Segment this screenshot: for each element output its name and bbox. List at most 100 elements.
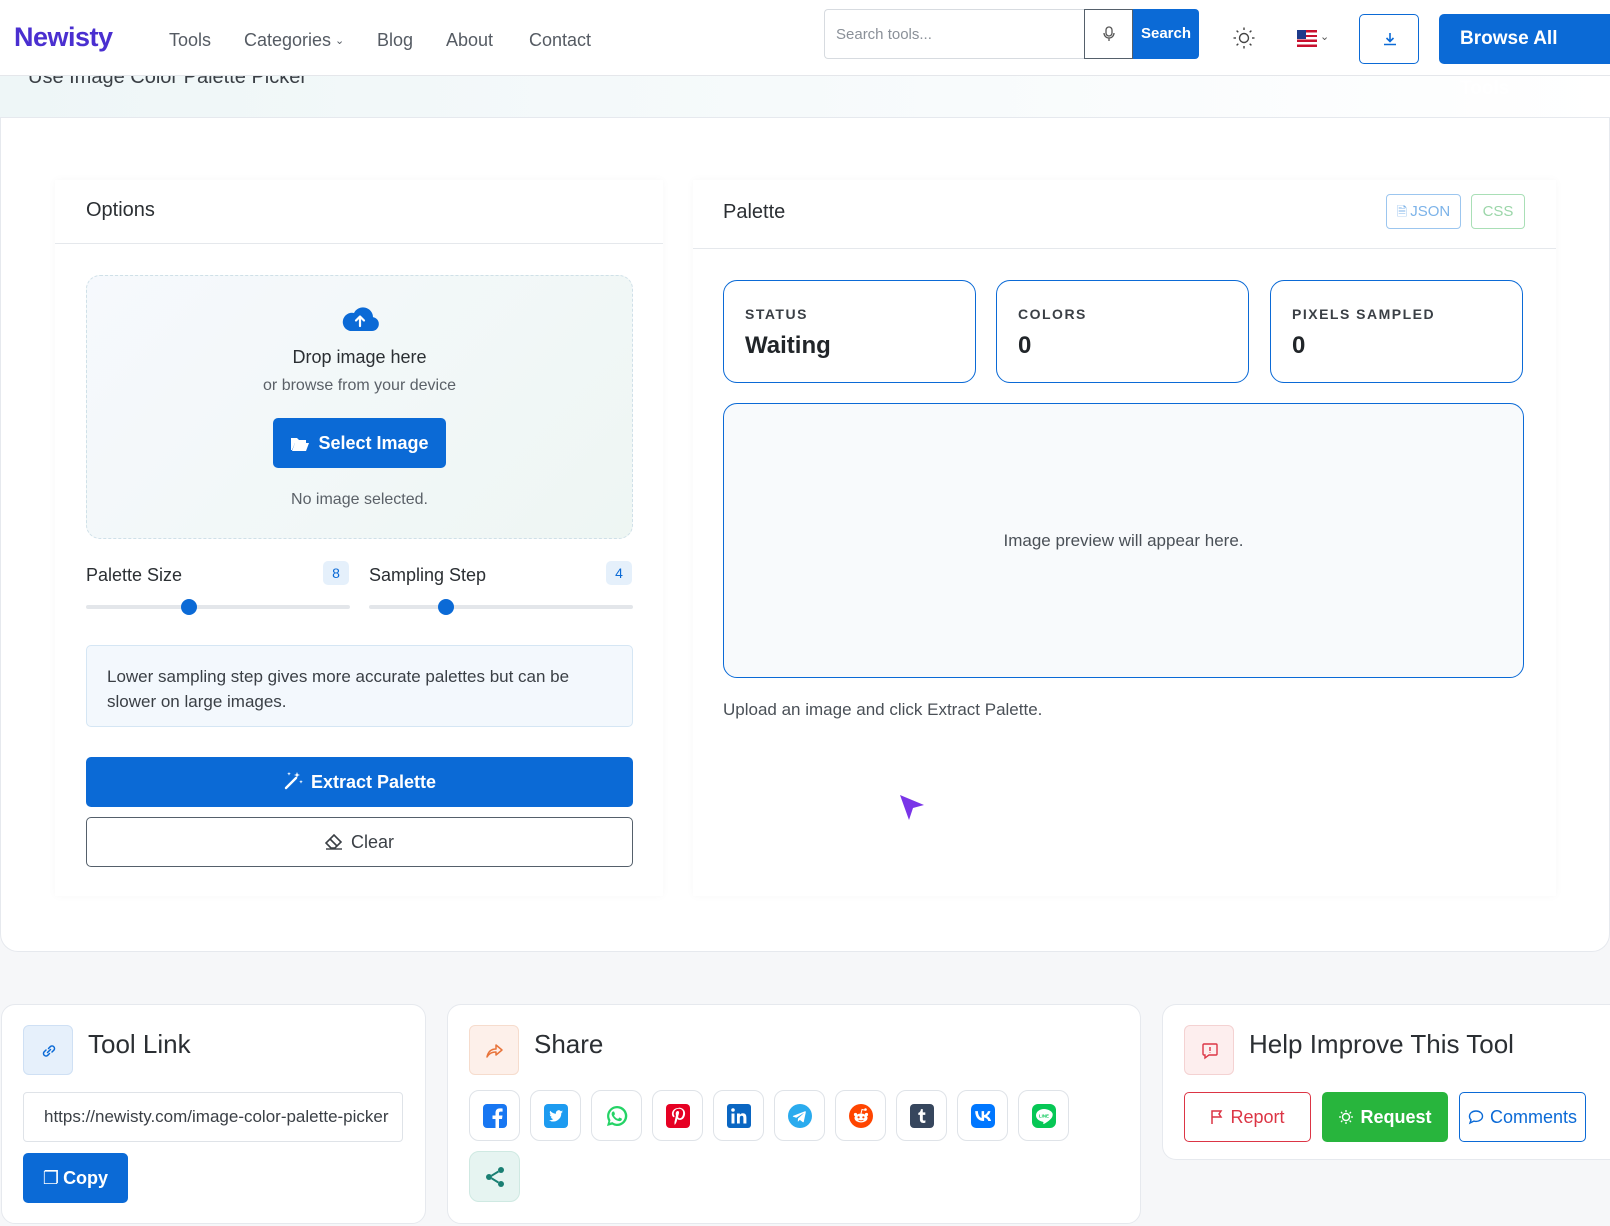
pinterest-icon	[666, 1104, 690, 1128]
stat-card-pixels-sampled: PIXELS SAMPLED 0	[1270, 280, 1523, 383]
report-button[interactable]: Report	[1184, 1092, 1311, 1142]
stat-card-colors: COLORS 0	[996, 280, 1249, 383]
sampling-step-label: Sampling Step	[369, 565, 487, 585]
options-title: Options	[86, 199, 155, 221]
json-file-icon: 🗎	[1396, 204, 1408, 219]
stat-value: Waiting	[745, 332, 831, 359]
sampling-step-badge: 4	[606, 561, 632, 585]
feedback-icon	[1184, 1025, 1234, 1075]
nav-link-contact[interactable]: Contact	[529, 30, 591, 51]
copy-icon: ❐	[42, 1168, 60, 1188]
share-vk-button[interactable]	[957, 1090, 1008, 1141]
drop-subtitle: or browse from your device	[263, 377, 456, 394]
preview-placeholder: Image preview will appear here.	[1003, 531, 1244, 550]
linkedin-icon	[727, 1104, 751, 1128]
whatsapp-icon	[607, 1105, 628, 1126]
stat-value: 0	[1018, 332, 1032, 359]
share-telegram-button[interactable]	[774, 1090, 825, 1141]
nav-link-blog[interactable]: Blog	[377, 30, 413, 51]
share-arrow-icon	[469, 1025, 519, 1075]
sampling-step-thumb[interactable]	[437, 599, 454, 615]
palette-divider	[693, 248, 1556, 249]
download-icon	[1384, 33, 1396, 46]
export-json-button[interactable]: 🗎 JSON	[1386, 194, 1461, 229]
extract-palette-label: Extract Palette	[310, 772, 437, 792]
share-tumblr-button[interactable]	[896, 1090, 947, 1141]
tumblr-icon	[910, 1104, 934, 1128]
search-button[interactable]: Search	[1133, 9, 1199, 59]
line-icon: LINE	[1032, 1104, 1056, 1128]
nav-link-categories[interactable]: Categories ⌄	[244, 30, 344, 51]
search-placeholder: Search tools...	[836, 26, 932, 43]
copy-label: Copy	[63, 1168, 109, 1188]
nav-link-categories-label: Categories	[244, 30, 332, 50]
select-image-button[interactable]: Select Image	[273, 418, 446, 468]
twitter-icon	[544, 1104, 568, 1128]
export-css-button[interactable]: CSS	[1471, 194, 1525, 229]
drop-title: Drop image here	[292, 347, 427, 367]
report-label: Report	[1230, 1107, 1285, 1127]
stat-label: COLORS	[1018, 306, 1087, 322]
search-input[interactable]: Search tools...	[824, 9, 1085, 59]
microphone-icon	[1103, 26, 1115, 41]
reddit-icon	[849, 1104, 873, 1128]
hero-title: Use Image Color Palette Picker	[28, 76, 308, 88]
palette-size-label: Palette Size	[86, 565, 183, 585]
tool-url-field[interactable]: https://newisty.com/image-color-palette-…	[23, 1092, 403, 1142]
telegram-icon	[788, 1104, 812, 1128]
stat-label: STATUS	[745, 306, 808, 322]
share-line-button[interactable]: LINE	[1018, 1090, 1069, 1141]
palette-title: Palette	[723, 201, 786, 223]
comments-button[interactable]: Comments	[1459, 1092, 1586, 1142]
voice-search-button[interactable]	[1084, 9, 1133, 59]
eraser-icon	[324, 833, 343, 850]
palette-size-thumb[interactable]	[180, 599, 197, 615]
chevron-down-icon: ⌄	[1320, 31, 1330, 43]
request-label: Request	[1360, 1107, 1432, 1127]
copy-button[interactable]: ❐ Copy	[23, 1153, 128, 1203]
svg-text:LINE: LINE	[1039, 1113, 1049, 1118]
sampling-step-slider[interactable]	[369, 605, 633, 609]
nav-link-tools[interactable]: Tools	[169, 30, 211, 51]
sun-icon[interactable]	[1232, 26, 1256, 50]
share-pinterest-button[interactable]	[652, 1090, 703, 1141]
stat-card-status: STATUS Waiting	[723, 280, 976, 383]
share-reddit-button[interactable]	[835, 1090, 886, 1141]
palette-size-badge: 8	[323, 561, 349, 585]
magic-wand-icon	[284, 772, 303, 790]
help-title: Help Improve This Tool	[1249, 1029, 1514, 1059]
chevron-down-icon: ⌄	[335, 35, 345, 47]
flag-icon	[1211, 1110, 1223, 1124]
stat-label: PIXELS SAMPLED	[1292, 306, 1436, 322]
folder-open-icon	[291, 438, 310, 451]
share-title: Share	[534, 1029, 604, 1059]
stat-value: 0	[1292, 332, 1306, 359]
facebook-icon	[483, 1104, 507, 1128]
share-twitter-button[interactable]	[530, 1090, 581, 1141]
nav-link-about[interactable]: About	[446, 30, 493, 51]
extract-palette-button[interactable]: Extract Palette	[86, 757, 633, 807]
download-button[interactable]	[1359, 14, 1419, 64]
palette-size-slider[interactable]	[86, 605, 350, 609]
options-divider	[55, 243, 663, 244]
cloud-upload-icon	[342, 307, 379, 331]
sampling-note: Lower sampling step gives more accurate …	[86, 645, 633, 727]
request-button[interactable]: Request	[1322, 1092, 1448, 1142]
us-flag-icon[interactable]	[1297, 30, 1317, 47]
lightbulb-icon	[1339, 1110, 1354, 1124]
clear-label: Clear	[350, 832, 394, 852]
brand-logo[interactable]: Newisty	[14, 22, 113, 53]
clear-button[interactable]: Clear	[86, 817, 633, 867]
share-more-button[interactable]	[469, 1151, 520, 1202]
upload-hint: Upload an image and click Extract Palett…	[723, 700, 1043, 719]
share-nodes-icon	[486, 1167, 504, 1187]
share-linkedin-button[interactable]	[713, 1090, 764, 1141]
cursor-pointer-icon	[900, 795, 924, 820]
comments-label: Comments	[1489, 1107, 1578, 1127]
link-icon	[23, 1025, 73, 1075]
select-image-label: Select Image	[318, 433, 429, 453]
browse-all-tools-button[interactable]: Browse All Tools	[1439, 14, 1610, 99]
share-facebook-button[interactable]	[469, 1090, 520, 1141]
tool-link-title: Tool Link	[88, 1029, 191, 1059]
share-whatsapp-button[interactable]	[591, 1090, 642, 1141]
